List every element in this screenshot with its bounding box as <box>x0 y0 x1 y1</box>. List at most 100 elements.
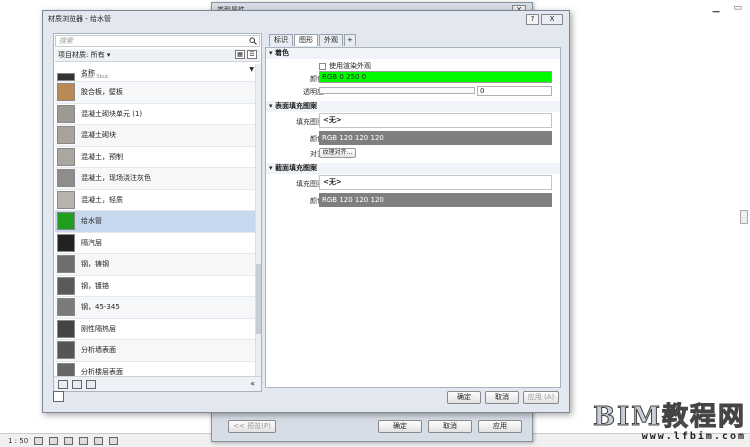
ok-button[interactable]: 确定 <box>447 391 481 404</box>
sort-icon[interactable]: ▼ <box>249 66 254 73</box>
tab-appearance[interactable]: 外观 <box>319 34 343 46</box>
scroll-thumb[interactable] <box>256 264 261 334</box>
filter-dropdown[interactable]: 项目材质: 所有 <box>58 51 105 59</box>
material-swatch <box>57 147 75 166</box>
dialog-footer: 确定 取消 应用 (A) <box>447 391 559 404</box>
material-list-item[interactable]: 隔汽层 <box>55 232 256 254</box>
material-list-item[interactable]: 混凝土，轻质 <box>55 189 256 211</box>
material-list-item[interactable]: 混凝土砌块单元 (1) <box>55 103 256 125</box>
editor-tabs: 标识 图形 外观 + <box>269 34 356 46</box>
fill-pattern-field[interactable]: <无> <box>319 113 552 128</box>
scale-label[interactable]: 1 : 50 <box>8 437 28 445</box>
material-name: 混凝土，轻质 <box>81 195 123 204</box>
section-surface-pattern[interactable]: ▾ 表面填充图案 <box>266 101 560 112</box>
material-name: 刚性隔热层 <box>81 324 116 333</box>
texture-align-button[interactable]: 纹理对齐... <box>319 148 356 158</box>
apply-button[interactable]: 应用 (A) <box>523 391 559 404</box>
list-footer: « <box>54 376 261 391</box>
material-name: 钢，镀铬 <box>81 281 109 290</box>
title-buttons: ? X <box>526 14 563 25</box>
section-cut-pattern[interactable]: ▾ 截面填充图案 <box>266 163 560 174</box>
search-input[interactable]: 搜索 <box>55 35 260 47</box>
material-swatch <box>57 255 75 274</box>
material-swatch <box>57 276 75 295</box>
library-panel-icon[interactable] <box>53 391 64 402</box>
cut-fill-row: 填充图案 <无> <box>266 174 560 192</box>
color-swatch-button[interactable]: RGB 0 250 0 <box>319 71 552 83</box>
material-name: 分析墙表面 <box>81 346 116 355</box>
checkbox-box[interactable] <box>319 62 326 70</box>
transparency-row: 透明度 0 <box>266 85 560 98</box>
section-title: 表面填充图案 <box>274 102 317 110</box>
tab-identity[interactable]: 标识 <box>269 34 293 46</box>
collapse-icon[interactable]: « <box>250 379 255 388</box>
filter-bar: 项目材质: 所有 ▾ ▦ ☰ <box>55 49 260 62</box>
view-icon[interactable]: ▦ <box>235 50 245 59</box>
minimize-icon[interactable]: ▁ <box>713 3 720 13</box>
material-name: 钢，铸钢 <box>81 260 109 269</box>
material-swatch <box>57 83 75 102</box>
transparency-slider[interactable] <box>319 87 475 94</box>
color-row: 颜色 RGB 0 250 0 <box>266 70 560 85</box>
use-render-row: 使用渲染外观 <box>266 59 560 70</box>
visual-style-icon[interactable] <box>49 436 59 445</box>
apply-button[interactable]: 应用 <box>478 420 522 433</box>
material-browser-dialog: 材质浏览器 - 给水管 ? X 搜索 项目材质: 所有 ▾ ▦ ☰ 名称 Alu… <box>42 10 570 413</box>
hide-icon[interactable] <box>109 436 119 445</box>
cut-color-button[interactable]: RGB 120 120 120 <box>319 193 552 207</box>
restore-icon[interactable]: ▭ <box>733 3 742 13</box>
list-scrollbar[interactable] <box>255 64 261 377</box>
cut-color-row: 颜色 RGB 120 120 120 <box>266 192 560 209</box>
cancel-button[interactable]: 取消 <box>485 391 519 404</box>
help-icon[interactable]: ? <box>526 14 539 25</box>
material-list-item[interactable]: 分析楼层表面 <box>55 361 256 377</box>
material-name: 隔汽层 <box>81 238 102 247</box>
section-shading[interactable]: ▾ 着色 <box>266 48 560 59</box>
material-list-item[interactable]: 混凝土，预制 <box>55 146 256 168</box>
color-value: RGB 0 250 0 <box>322 73 367 81</box>
material-list-item[interactable]: 混凝土，现场浇注灰色 <box>55 168 256 190</box>
material-swatch <box>57 362 75 377</box>
material-list-item[interactable]: 分析墙表面 <box>55 340 256 362</box>
dialog-footer: << 预览(P) 确定 取消 应用 <box>228 420 522 433</box>
preview-button[interactable]: << 预览(P) <box>228 420 276 433</box>
asset-browser-icon[interactable] <box>86 379 96 389</box>
material-name: 混凝土，现场浇注灰色 <box>81 174 151 183</box>
watermark-title: BIM教程网 <box>593 402 746 432</box>
material-list-item[interactable]: 混凝土砌块 <box>55 125 256 147</box>
transparency-input[interactable]: 0 <box>477 86 552 96</box>
material-list-item[interactable]: 给水管 <box>55 211 256 233</box>
align-row: 对齐 纹理对齐... <box>266 147 560 160</box>
material-list-item[interactable]: 胶合板，壁板 <box>55 82 256 104</box>
material-name: 混凝土，预制 <box>81 152 123 161</box>
material-list-item[interactable]: 钢，铸钢 <box>55 254 256 276</box>
create-material-icon[interactable] <box>72 379 82 389</box>
material-swatch <box>57 319 75 338</box>
graphics-panel: ▾ 着色 使用渲染外观 颜色 RGB 0 250 0 透明度 0 ▾ 表面填充图… <box>265 47 561 388</box>
chevron-down-icon[interactable]: ▾ <box>107 51 111 59</box>
material-list-item[interactable]: 钢，45-345 <box>55 297 256 319</box>
close-icon[interactable]: X <box>541 14 563 25</box>
material-list-pane: 搜索 项目材质: 所有 ▾ ▦ ☰ 名称 Aluac Sbuc ▼ 胶合板，壁板… <box>53 33 262 392</box>
cut-fill-pattern-field[interactable]: <无> <box>319 175 552 190</box>
detail-level-icon[interactable] <box>34 436 44 445</box>
section-title: 着色 <box>274 49 289 57</box>
library-icon[interactable] <box>58 379 68 389</box>
surface-color-button[interactable]: RGB 120 120 120 <box>319 131 552 145</box>
ok-button[interactable]: 确定 <box>378 420 422 433</box>
shadows-icon[interactable] <box>79 436 89 445</box>
material-swatch <box>57 126 75 145</box>
material-name: 钢，45-345 <box>81 303 120 312</box>
material-list-item[interactable]: 钢，镀铬 <box>55 275 256 297</box>
list-header[interactable]: 名称 Aluac Sbuc ▼ <box>55 64 256 82</box>
crop-icon[interactable] <box>94 436 104 445</box>
tab-graphics[interactable]: 图形 <box>294 34 318 46</box>
search-icon[interactable] <box>249 37 257 45</box>
material-list-item[interactable]: 刚性隔热层 <box>55 318 256 340</box>
list-view-icon[interactable]: ☰ <box>247 50 257 59</box>
add-tab-button[interactable]: + <box>344 34 356 46</box>
material-swatch <box>57 233 75 252</box>
cancel-button[interactable]: 取消 <box>428 420 472 433</box>
sun-path-icon[interactable] <box>64 436 74 445</box>
scrollbar[interactable] <box>740 210 748 224</box>
